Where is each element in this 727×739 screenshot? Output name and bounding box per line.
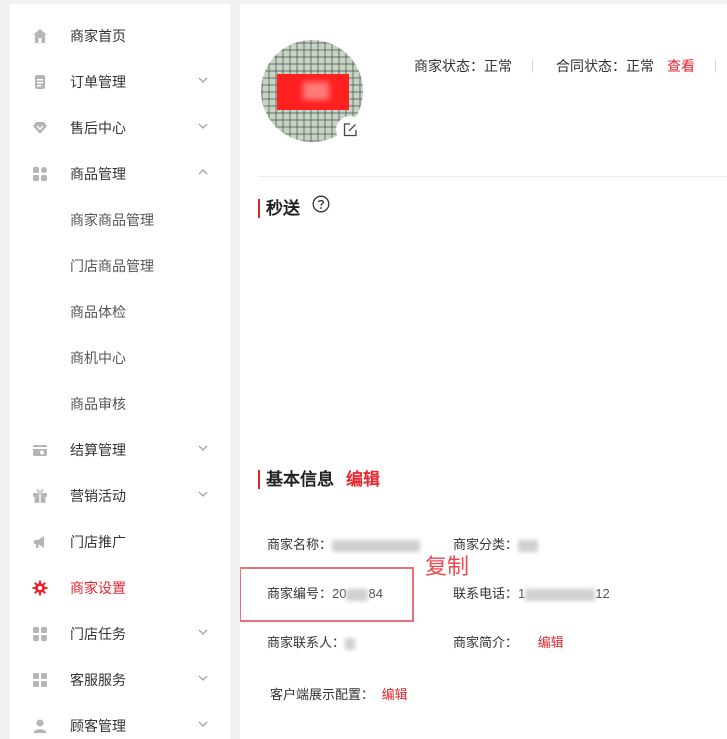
sidebar-item-label: 商品审核 [70,396,126,412]
sidebar-item-label: 门店任务 [70,626,126,642]
gift-icon [31,487,49,505]
redacted-value [525,588,596,601]
sidebar-item-label: 商品体检 [70,304,126,320]
sidebar-item-label: 商家设置 [70,580,126,596]
sidebar-item-marketing[interactable]: 营销活动 [10,473,230,519]
avatar-logo-redacted [277,74,349,110]
order-icon [31,73,49,91]
sidebar-subitem-store-products[interactable]: 门店商品管理 [10,243,230,289]
edit-basic-info-link[interactable]: 编辑 [346,470,380,489]
annotation-copy-text: 复制 [425,554,470,579]
settlement-icon [31,441,49,459]
sidebar-item-orders[interactable]: 订单管理 [10,59,230,105]
field-label: 客户端展示配置： [270,687,375,702]
section-title-miaosong: 秒送 [258,199,300,218]
annotation-highlight-box [240,567,414,622]
after-sales-icon [31,119,49,137]
sidebar-item-label: 结算管理 [70,442,126,458]
chevron-down-icon[interactable] [197,488,209,500]
sidebar-item-label: 订单管理 [70,74,126,90]
edit-intro-link[interactable]: 编辑 [538,635,564,650]
divider [258,176,727,177]
sidebar-item-label: 商家商品管理 [70,212,154,228]
sidebar-item-label: 商机中心 [70,350,126,366]
sidebar-item-label: 门店商品管理 [70,258,154,274]
sidebar-subitem-product-review[interactable]: 商品审核 [10,381,230,427]
merchant-category-field: 商家分类： [453,536,539,554]
sidebar-item-label: 营销活动 [70,488,126,504]
merchant-name-field: 商家名称： [267,536,421,554]
chevron-down-icon[interactable] [197,74,209,86]
sidebar: 商家首页 订单管理 售后中心 商品管理 商家商品管理 门店商品管理 商品体检 商… [10,4,230,739]
divider [532,59,533,73]
sidebar-item-merchant-settings[interactable]: 商家设置 [10,565,230,611]
merchant-status-label: 商家状态： [414,58,484,74]
megaphone-icon [31,533,49,551]
sidebar-subitem-product-checkup[interactable]: 商品体检 [10,289,230,335]
sidebar-item-customer-service[interactable]: 客服服务 [10,657,230,703]
chevron-down-icon[interactable] [197,442,209,454]
sidebar-item-home[interactable]: 商家首页 [10,13,230,59]
sidebar-item-customer-management[interactable]: 顾客管理 [10,703,230,739]
chevron-down-icon[interactable] [197,672,209,684]
grid-icon [31,165,49,183]
sidebar-item-products[interactable]: 商品管理 [10,151,230,197]
edit-icon [343,123,357,137]
view-contract-link[interactable]: 查看 [667,57,695,75]
phone-end: 12 [595,586,610,601]
redacted-value [332,539,421,552]
gear-icon [31,579,49,597]
field-label: 商家联系人： [267,635,346,650]
home-icon [31,27,49,45]
contract-status-label: 合同状态： [556,58,626,74]
field-label: 商家名称： [267,537,333,552]
sidebar-item-label: 商家首页 [70,28,126,44]
edit-client-config-link[interactable]: 编辑 [382,687,408,702]
client-display-config-field: 客户端展示配置： 编辑 [270,686,408,704]
sidebar-item-label: 顾客管理 [70,718,126,734]
merchant-status-value: 正常 [484,58,512,74]
sidebar-item-store-promotion[interactable]: 门店推广 [10,519,230,565]
sidebar-subitem-merchant-products[interactable]: 商家商品管理 [10,197,230,243]
field-label: 商家分类： [453,537,519,552]
redacted-value [518,539,539,552]
grid-icon [31,625,49,643]
sidebar-item-after-sales[interactable]: 售后中心 [10,105,230,151]
sidebar-item-label: 售后中心 [70,120,126,136]
field-label: 商家简介： [453,635,519,650]
sidebar-item-label: 门店推广 [70,534,126,550]
grid-icon [31,671,49,689]
phone-start: 1 [518,586,526,601]
chevron-down-icon[interactable] [197,718,209,730]
sidebar-item-store-tasks[interactable]: 门店任务 [10,611,230,657]
user-icon [31,717,49,735]
field-label: 联系电话： [453,586,519,601]
main-content: 商家状态：正常 合同状态：正常 查看 秒送 基本信息 编辑 商家名称： 商家分类… [240,4,727,739]
edit-avatar-button[interactable] [336,116,364,144]
sidebar-item-settlement[interactable]: 结算管理 [10,427,230,473]
contract-status: 合同状态：正常 [556,57,654,75]
chevron-up-icon[interactable] [197,166,209,178]
chevron-down-icon[interactable] [197,120,209,132]
divider [715,59,716,73]
sidebar-item-label: 商品管理 [70,166,126,182]
redacted-value [345,637,356,650]
sidebar-subitem-opportunity-center[interactable]: 商机中心 [10,335,230,381]
chevron-down-icon[interactable] [197,626,209,638]
help-icon[interactable] [312,195,330,213]
merchant-intro-field: 商家简介： 编辑 [453,634,564,652]
contract-status-value: 正常 [626,58,654,74]
phone-field: 联系电话：1 12 [453,585,610,603]
merchant-status: 商家状态：正常 [414,57,512,75]
section-title-basic-info: 基本信息 [258,470,334,489]
sidebar-item-label: 客服服务 [70,672,126,688]
contact-person-field: 商家联系人： [267,634,356,652]
